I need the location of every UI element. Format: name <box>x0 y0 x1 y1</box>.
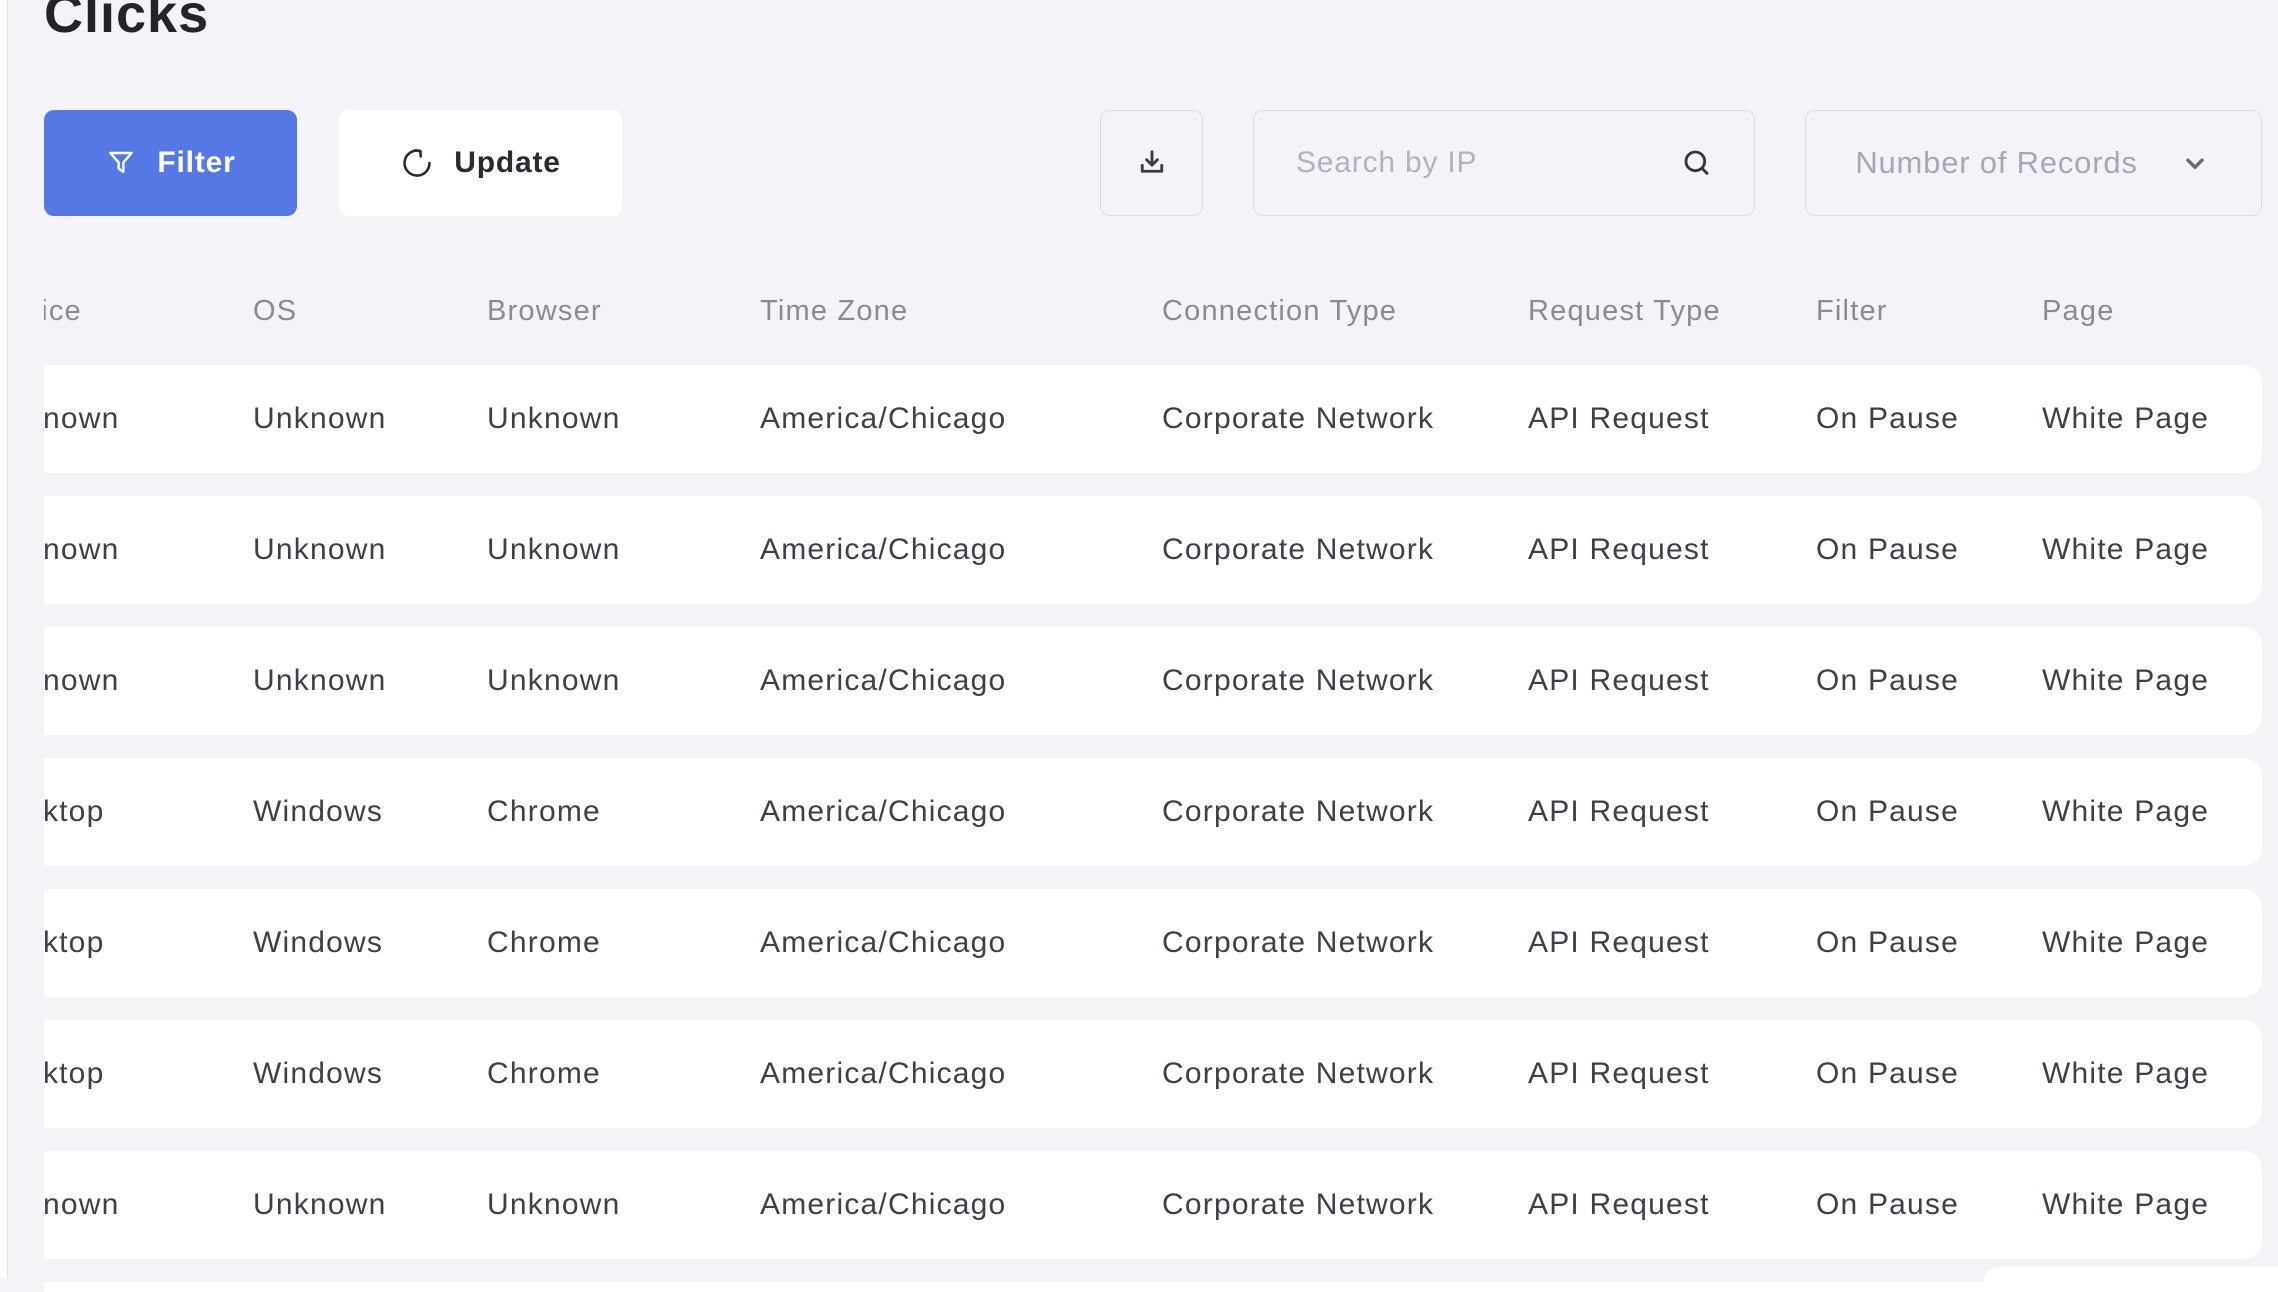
cell-request-type: API Request <box>1528 1188 1710 1221</box>
cell-browser: Chrome <box>487 926 601 959</box>
table-row: Unknown Unknown Unknown America/Chicago … <box>44 627 2262 735</box>
cell-time-zone: America/Chicago <box>760 664 1007 697</box>
column-header-filter: Filter <box>1816 294 1888 327</box>
cell-request-type: API Request <box>1528 1057 1710 1090</box>
toolbar-left-group: Filter Update <box>44 110 622 216</box>
cell-browser: Unknown <box>487 402 621 435</box>
cell-os: Unknown <box>253 533 387 566</box>
search-input[interactable] <box>1253 110 1755 216</box>
cell-filter: On Pause <box>1816 402 1960 435</box>
cell-page: White Page <box>2042 533 2210 566</box>
cell-filter: On Pause <box>1816 795 1960 828</box>
cell-page: White Page <box>2042 1188 2210 1221</box>
export-button[interactable] <box>1100 110 1203 216</box>
clicks-table: Device OS Browser Time Zone Connection T… <box>44 280 2262 1292</box>
cell-browser: Unknown <box>487 533 621 566</box>
cell-device: Desktop <box>44 926 105 959</box>
cell-device: Unknown <box>44 1188 120 1221</box>
table-row-partial <box>44 1282 2262 1292</box>
cell-device: Unknown <box>44 402 120 435</box>
column-header-os: OS <box>253 294 298 327</box>
filter-button[interactable]: Filter <box>44 110 297 216</box>
table-row: Unknown Unknown Unknown America/Chicago … <box>44 496 2262 604</box>
main-content: Clicks Filter Update Search by IP Number… <box>44 0 2262 1292</box>
update-button-label: Update <box>454 146 561 179</box>
cell-connection-type: Corporate Network <box>1162 1057 1435 1090</box>
cell-device: Unknown <box>44 664 120 697</box>
table-body: Unknown Unknown Unknown America/Chicago … <box>44 365 2262 1292</box>
cell-filter: On Pause <box>1816 1057 1960 1090</box>
cell-os: Unknown <box>253 402 387 435</box>
cell-device: Unknown <box>44 533 120 566</box>
column-header-page: Page <box>2042 294 2115 327</box>
cell-device: Desktop <box>44 1057 105 1090</box>
table-row: Desktop Windows Chrome America/Chicago C… <box>44 758 2262 866</box>
table-header-row: Device OS Browser Time Zone Connection T… <box>44 280 2262 342</box>
cell-time-zone: America/Chicago <box>760 402 1007 435</box>
page-title: Clicks <box>44 0 210 44</box>
cell-connection-type: Corporate Network <box>1162 926 1435 959</box>
left-edge-panel <box>0 0 8 1278</box>
table-row: Desktop Windows Chrome America/Chicago C… <box>44 889 2262 997</box>
filter-button-label: Filter <box>157 146 236 179</box>
cell-request-type: API Request <box>1528 795 1710 828</box>
records-dropdown-label: Number of Records <box>1855 145 2138 180</box>
cell-request-type: API Request <box>1528 926 1710 959</box>
cell-filter: On Pause <box>1816 926 1960 959</box>
clicks-table-inner: Device OS Browser Time Zone Connection T… <box>44 280 2262 1292</box>
funnel-icon <box>105 147 137 179</box>
column-header-request-type: Request Type <box>1528 294 1721 327</box>
cell-filter: On Pause <box>1816 1188 1960 1221</box>
cell-time-zone: America/Chicago <box>760 795 1007 828</box>
cell-device: Desktop <box>44 795 105 828</box>
cell-browser: Chrome <box>487 795 601 828</box>
cell-page: White Page <box>2042 1057 2210 1090</box>
cell-filter: On Pause <box>1816 664 1960 697</box>
update-button[interactable]: Update <box>339 110 622 216</box>
cell-browser: Unknown <box>487 664 621 697</box>
bottom-right-panel <box>1984 1267 2278 1292</box>
cell-page: White Page <box>2042 926 2210 959</box>
cell-browser: Chrome <box>487 1057 601 1090</box>
cell-time-zone: America/Chicago <box>760 926 1007 959</box>
cell-page: White Page <box>2042 664 2210 697</box>
toolbar-right-group: Number of Records <box>1100 110 2262 216</box>
column-header-connection-type: Connection Type <box>1162 294 1398 327</box>
cell-os: Unknown <box>253 1188 387 1221</box>
cell-os: Windows <box>253 926 384 959</box>
column-header-time-zone: Time Zone <box>760 294 909 327</box>
cell-connection-type: Corporate Network <box>1162 795 1435 828</box>
cell-request-type: API Request <box>1528 533 1710 566</box>
cell-os: Windows <box>253 1057 384 1090</box>
column-header-browser: Browser <box>487 294 602 327</box>
cell-page: White Page <box>2042 402 2210 435</box>
column-header-device: Device <box>44 294 82 327</box>
cell-connection-type: Corporate Network <box>1162 533 1435 566</box>
cell-request-type: API Request <box>1528 664 1710 697</box>
cell-browser: Unknown <box>487 1188 621 1221</box>
table-row: Unknown Unknown Unknown America/Chicago … <box>44 1151 2262 1259</box>
cell-filter: On Pause <box>1816 533 1960 566</box>
cell-connection-type: Corporate Network <box>1162 664 1435 697</box>
cell-time-zone: America/Chicago <box>760 533 1007 566</box>
refresh-icon <box>400 146 434 180</box>
cell-time-zone: America/Chicago <box>760 1188 1007 1221</box>
toolbar: Filter Update Search by IP Number of Rec… <box>44 110 2262 216</box>
cell-connection-type: Corporate Network <box>1162 402 1435 435</box>
table-row: Unknown Unknown Unknown America/Chicago … <box>44 365 2262 473</box>
records-dropdown[interactable]: Number of Records <box>1805 110 2262 216</box>
table-row: Desktop Windows Chrome America/Chicago C… <box>44 1020 2262 1128</box>
cell-page: White Page <box>2042 795 2210 828</box>
search-field <box>1253 110 1755 216</box>
cell-os: Unknown <box>253 664 387 697</box>
cell-time-zone: America/Chicago <box>760 1057 1007 1090</box>
download-icon <box>1134 145 1170 181</box>
cell-connection-type: Corporate Network <box>1162 1188 1435 1221</box>
cell-request-type: API Request <box>1528 402 1710 435</box>
chevron-down-icon <box>2178 146 2212 180</box>
cell-os: Windows <box>253 795 384 828</box>
